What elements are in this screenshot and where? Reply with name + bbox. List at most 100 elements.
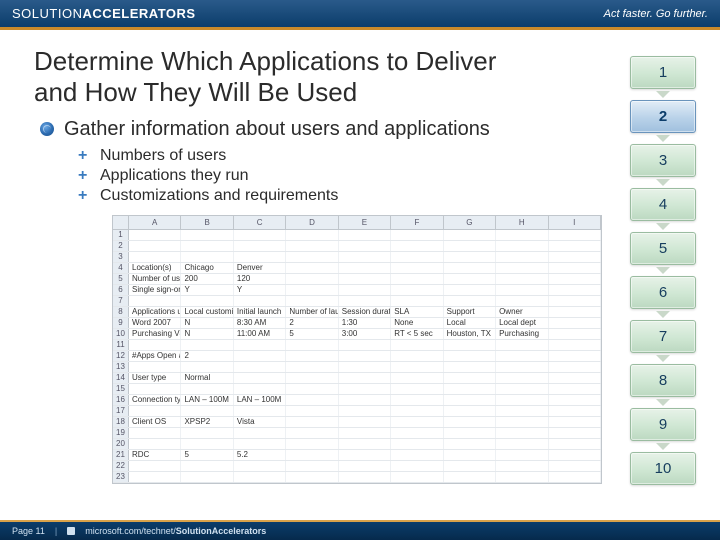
- sheet-row-number: 5: [113, 274, 129, 284]
- sheet-cell: [496, 384, 548, 394]
- sheet-row-number: 12: [113, 351, 129, 361]
- sheet-cell: [444, 384, 496, 394]
- sheet-cell: [444, 285, 496, 295]
- sheet-cell: [286, 472, 338, 482]
- plus-icon: +: [78, 167, 92, 185]
- sheet-cell: [339, 362, 391, 372]
- sheet-cell: N: [181, 318, 233, 328]
- sheet-cell: [496, 439, 548, 449]
- sheet-col-header: F: [391, 216, 443, 229]
- footer-path-prefix: microsoft.com/technet/: [85, 526, 176, 536]
- sheet-cell: Local: [444, 318, 496, 328]
- sheet-cell: [339, 274, 391, 284]
- sheet-cell: Single sign-on: [129, 285, 181, 295]
- sheet-cell: None: [391, 318, 443, 328]
- step-arrow-icon: [656, 179, 670, 186]
- sheet-cell: 8:30 AM: [234, 318, 286, 328]
- sheet-row-number: 13: [113, 362, 129, 372]
- sheet-cell: [391, 362, 443, 372]
- sheet-row: 16Connection typeLAN – 100MLAN – 100M: [113, 395, 601, 406]
- sheet-cell: [496, 395, 548, 405]
- sheet-cell: [181, 362, 233, 372]
- step-box: 3: [630, 144, 696, 177]
- step-box-current: 2: [630, 100, 696, 133]
- sheet-col-header: A: [129, 216, 181, 229]
- sheet-cell: [286, 274, 338, 284]
- sheet-cell: [391, 472, 443, 482]
- sheet-row: 6Single sign-onYY: [113, 285, 601, 296]
- sheet-row-number: 2: [113, 241, 129, 251]
- sheet-cell: 1:30: [339, 318, 391, 328]
- sheet-row-number: 8: [113, 307, 129, 317]
- sheet-cell: Y: [181, 285, 233, 295]
- sheet-cell: Connection type: [129, 395, 181, 405]
- sheet-cell: [286, 241, 338, 251]
- sheet-cell: [391, 274, 443, 284]
- sheet-cell: [496, 274, 548, 284]
- sheet-cell: Houston, TX: [444, 329, 496, 339]
- page-number: Page 11: [12, 526, 45, 536]
- sheet-cell: [549, 340, 601, 350]
- slide-title: Determine Which Applications to Deliver …: [34, 46, 534, 107]
- sheet-row: 9Word 2007N8:30 AM21:30NoneLocalLocal de…: [113, 318, 601, 329]
- sheet-cell: Normal: [181, 373, 233, 383]
- sheet-cell: [496, 450, 548, 460]
- sheet-cell: Vista: [234, 417, 286, 427]
- step-box: 9: [630, 408, 696, 441]
- sheet-cell: [234, 252, 286, 262]
- sheet-row-number: 22: [113, 461, 129, 471]
- sheet-cell: [444, 417, 496, 427]
- sheet-cell: [286, 285, 338, 295]
- sheet-cell: [181, 461, 233, 471]
- sheet-cell: [339, 241, 391, 251]
- sheet-cell: [234, 340, 286, 350]
- step-box: 7: [630, 320, 696, 353]
- sheet-cell: [129, 296, 181, 306]
- sheet-cell: [444, 406, 496, 416]
- sheet-cell: XPSP2: [181, 417, 233, 427]
- sheet-cell: [234, 439, 286, 449]
- step-indicator: 12345678910: [630, 56, 696, 485]
- sheet-cell: [129, 406, 181, 416]
- sub-bullet-text: Customizations and requirements: [100, 187, 338, 205]
- sheet-cell: [339, 472, 391, 482]
- sheet-cell: [549, 351, 601, 361]
- sheet-cell: [496, 461, 548, 471]
- sheet-cell: Applications used: [129, 307, 181, 317]
- sheet-cell: [391, 428, 443, 438]
- sheet-cell: [391, 373, 443, 383]
- sheet-cell: [286, 450, 338, 460]
- sheet-col-header: [113, 216, 129, 229]
- sheet-cell: [286, 351, 338, 361]
- step-box: 10: [630, 452, 696, 485]
- sheet-row-number: 19: [113, 428, 129, 438]
- step-arrow-icon: [656, 267, 670, 274]
- sheet-cell: Local customization: [181, 307, 233, 317]
- ms-square-icon: [67, 527, 75, 535]
- sheet-row: 23: [113, 472, 601, 483]
- sheet-row: 4Location(s)ChicagoDenver: [113, 263, 601, 274]
- sheet-cell: LAN – 100M: [234, 395, 286, 405]
- sheet-cell: [549, 241, 601, 251]
- sheet-cell: [549, 439, 601, 449]
- sheet-row: 12#Apps Open at Once2: [113, 351, 601, 362]
- sheet-cell: [339, 439, 391, 449]
- sheet-cell: [339, 230, 391, 240]
- footer-path-bold: SolutionAccelerators: [176, 526, 267, 536]
- sheet-cell: [391, 384, 443, 394]
- sheet-row-number: 16: [113, 395, 129, 405]
- sheet-cell: [549, 362, 601, 372]
- sheet-cell: [549, 428, 601, 438]
- sheet-cell: [339, 428, 391, 438]
- sheet-cell: [286, 461, 338, 471]
- sheet-row-number: 1: [113, 230, 129, 240]
- sheet-row-number: 11: [113, 340, 129, 350]
- sheet-cell: Location(s): [129, 263, 181, 273]
- sheet-cell: [391, 296, 443, 306]
- sheet-cell: Client OS: [129, 417, 181, 427]
- sheet-cell: [181, 428, 233, 438]
- sheet-row-number: 6: [113, 285, 129, 295]
- sheet-cell: [549, 472, 601, 482]
- sheet-row: 19: [113, 428, 601, 439]
- sheet-cell: 5: [181, 450, 233, 460]
